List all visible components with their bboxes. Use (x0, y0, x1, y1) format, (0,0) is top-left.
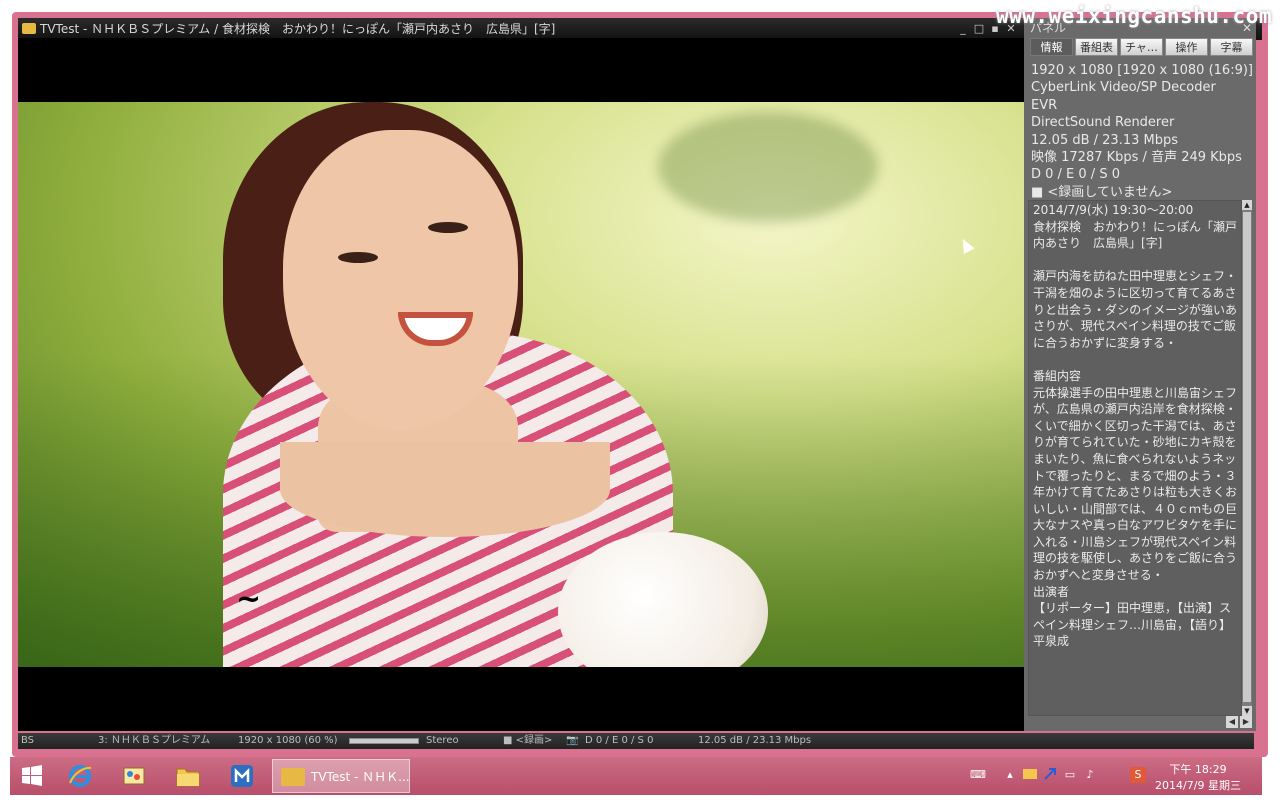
status-record[interactable]: ■ <録画> (503, 733, 552, 749)
tilde-mark: ~ (236, 582, 262, 617)
program-description: 2014/7/9(水) 19:30～20:00 食材探検 おかわり！にっぽん「瀬… (1028, 200, 1242, 716)
right-eye (428, 222, 468, 233)
tvtest-app-icon (22, 23, 36, 34)
clock-date[interactable]: 2014/7/9 星期三 (1150, 777, 1246, 793)
panel-tabs: 情報 番組表 チャ… 操作 字幕 (1030, 38, 1253, 56)
video-frame[interactable]: ~ (18, 102, 1024, 667)
left-eye (338, 252, 378, 263)
status-bar: BS 3: ＮＨＫＢＳプレミアム 1920 x 1080 (60 %) Ster… (18, 733, 1254, 749)
recording-status: ■ <録画していません> (1031, 184, 1173, 200)
status-resolution[interactable]: 1920 x 1080 (60 %) (238, 733, 338, 749)
tvtest-taskbar-icon (281, 768, 305, 786)
keyboard-icon[interactable]: ⌨ (966, 767, 990, 783)
tab-info[interactable]: 情報 (1030, 38, 1073, 56)
background-tree (658, 112, 878, 222)
error-info: D 0 / E 0 / S 0 (1031, 167, 1120, 183)
woman-face (283, 130, 518, 430)
volume-icon[interactable]: ♪ (1082, 767, 1098, 783)
folder-icon[interactable] (1022, 767, 1038, 783)
capture-icon[interactable]: 📷 (566, 733, 578, 749)
minimize-button[interactable]: _ (956, 22, 970, 36)
mouse-cursor-icon (957, 236, 975, 254)
maxthon-icon[interactable] (226, 761, 258, 791)
tab-channel[interactable]: チャ… (1120, 38, 1163, 56)
restore-button[interactable]: □ (972, 22, 986, 36)
scroll-up-arrow-icon[interactable]: ▲ (1242, 200, 1252, 210)
network-icon[interactable]: ▭ (1062, 767, 1078, 783)
status-errors[interactable]: D 0 / E 0 / S 0 (585, 733, 653, 749)
resolution-info: 1920 x 1080 [1920 x 1080 (16:9)] (1031, 63, 1253, 78)
watermark: www.weixingcanshu.com (995, 4, 1272, 28)
paint-icon[interactable] (118, 761, 150, 791)
taskbar-item-label: TVTest - ＮＨＫ... (311, 770, 410, 784)
bitrate-info: 映像 17287 Kbps / 音声 249 Kbps (1031, 150, 1242, 166)
sogou-icon[interactable]: S (1130, 767, 1146, 783)
desktop: www.weixingcanshu.com TVTest - ＮＨＫＢＳプレミア… (0, 0, 1280, 810)
status-channel[interactable]: 3: ＮＨＫＢＳプレミアム (98, 733, 210, 749)
video-area[interactable]: ~ (18, 38, 1024, 731)
windows-start-icon[interactable] (16, 761, 48, 791)
window-title: TVTest - ＮＨＫＢＳプレミアム / 食材探検 おかわり！にっぽん「瀬戸内… (40, 22, 556, 36)
internet-explorer-icon[interactable] (64, 761, 96, 791)
status-audio[interactable]: Stereo (426, 733, 459, 749)
audio-renderer-info: DirectSound Renderer (1031, 115, 1175, 131)
prev-arrow-icon[interactable]: ◀ (1226, 716, 1238, 728)
next-arrow-icon[interactable]: ▶ (1240, 716, 1252, 728)
side-panel: パネル ✕ 情報 番組表 チャ… 操作 字幕 1920 x 1080 [1920… (1024, 18, 1256, 731)
clock-time[interactable]: 下午 18:29 (1162, 761, 1234, 777)
scroll-down-arrow-icon[interactable]: ▼ (1242, 706, 1252, 716)
volume-slider[interactable] (349, 738, 419, 744)
signal-info: 12.05 dB / 23.13 Mbps (1031, 132, 1179, 148)
stream-info: 1920 x 1080 [1920 x 1080 (16:9)] CyberLi… (1031, 62, 1253, 201)
tab-caption[interactable]: 字幕 (1210, 38, 1253, 56)
video-renderer-info: EVR (1031, 97, 1058, 113)
chevron-up-icon[interactable]: ▴ (1002, 767, 1018, 783)
description-scrollbar[interactable]: ▲ ▼ (1242, 200, 1252, 716)
arrow-icon[interactable] (1042, 767, 1058, 783)
status-source[interactable]: BS (21, 733, 34, 749)
tab-control[interactable]: 操作 (1165, 38, 1208, 56)
tab-program-guide[interactable]: 番組表 (1075, 38, 1118, 56)
video-decoder-info: CyberLink Video/SP Decoder (1031, 80, 1216, 96)
taskbar-item-tvtest[interactable]: TVTest - ＮＨＫ... (272, 759, 410, 793)
taskbar: TVTest - ＮＨＫ... ⌨ ▴ ▭ ♪ S 下午 18:29 2014/… (10, 757, 1262, 795)
file-explorer-icon[interactable] (172, 761, 204, 791)
status-signal[interactable]: 12.05 dB / 23.13 Mbps (698, 733, 811, 749)
scroll-thumb[interactable] (1243, 212, 1251, 702)
shirt-neckline (280, 442, 610, 537)
